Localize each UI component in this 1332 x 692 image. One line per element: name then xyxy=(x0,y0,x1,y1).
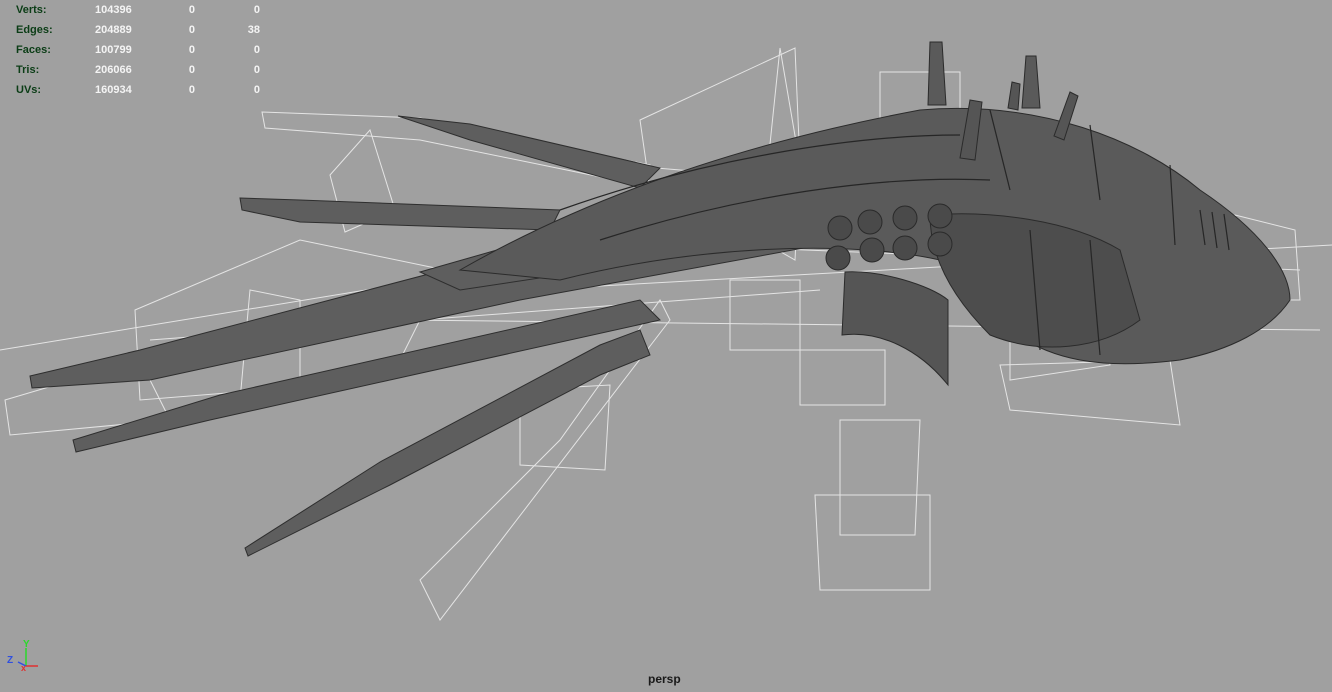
axis-y-label: Y xyxy=(23,639,30,650)
hud-label: Edges: xyxy=(16,24,53,36)
hud-value: 0 xyxy=(188,24,195,36)
hud-value: 0 xyxy=(253,44,260,56)
camera-name-label: persp xyxy=(648,672,681,686)
hud-label: UVs: xyxy=(16,84,42,96)
hud-value: 104396 xyxy=(95,4,132,16)
3d-viewport[interactable] xyxy=(0,0,1332,692)
hud-value: 0 xyxy=(253,64,260,76)
hud-value: 100799 xyxy=(95,44,132,56)
view-axis-indicator: Y Z x xyxy=(7,639,38,673)
hud-row-faces: Faces: 100799 0 0 xyxy=(0,40,270,60)
poly-count-hud: Verts: 104396 0 0 Edges: 204889 0 38 Fac… xyxy=(0,0,270,100)
hud-value: 204889 xyxy=(95,24,132,36)
hud-value: 38 xyxy=(247,24,260,36)
hud-value: 0 xyxy=(188,84,195,96)
hud-label: Faces: xyxy=(16,44,51,56)
hud-value: 0 xyxy=(188,4,195,16)
hud-row-verts: Verts: 104396 0 0 xyxy=(0,0,270,20)
hud-label: Tris: xyxy=(16,64,40,76)
hud-value: 206066 xyxy=(95,64,132,76)
hud-value: 0 xyxy=(188,64,195,76)
hud-value: 160934 xyxy=(95,84,132,96)
hud-value: 0 xyxy=(253,4,260,16)
hud-row-tris: Tris: 206066 0 0 xyxy=(0,60,270,80)
hud-value: 0 xyxy=(253,84,260,96)
axis-z-label: Z xyxy=(7,655,13,666)
hud-row-edges: Edges: 204889 0 38 xyxy=(0,20,270,40)
axis-x-label: x xyxy=(21,663,26,673)
hud-row-uvs: UVs: 160934 0 0 xyxy=(0,80,270,100)
hud-label: Verts: xyxy=(16,4,47,16)
hud-value: 0 xyxy=(188,44,195,56)
